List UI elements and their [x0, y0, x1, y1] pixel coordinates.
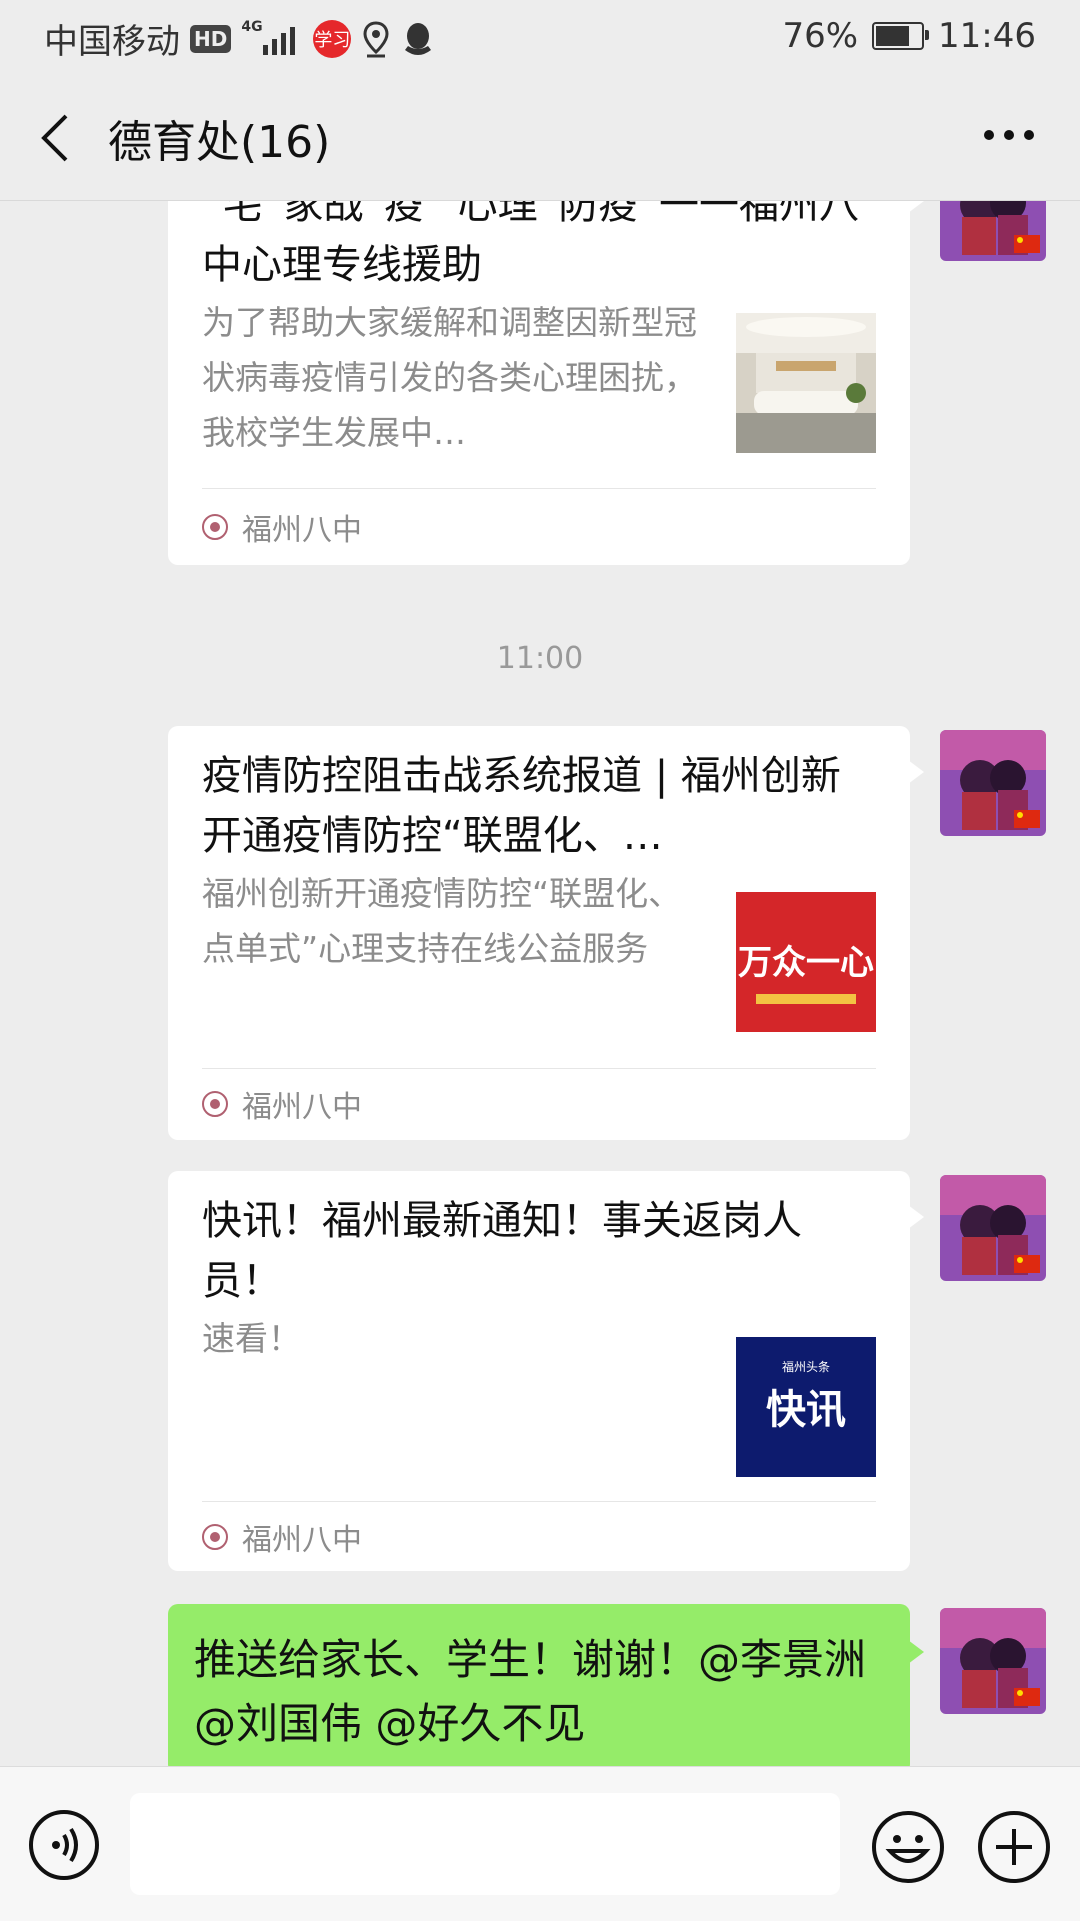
plus-icon[interactable] [976, 1809, 1052, 1885]
poster-red-icon: 万众一心 [736, 892, 876, 1032]
sender-avatar[interactable] [940, 201, 1046, 261]
location-icon [363, 20, 389, 57]
poster-blue-icon: 福州头条 快讯 [736, 1337, 876, 1477]
message-input[interactable] [130, 1793, 840, 1895]
card-divider [202, 1501, 876, 1502]
article-description: 为了帮助大家缓解和调整因新型冠状病毒疫情引发的各类心理困扰，我校学生发展中… [202, 303, 697, 452]
qq-icon [405, 22, 432, 55]
signal-icon: 4G [241, 19, 303, 59]
article-card[interactable]: “宅”家战“疫” 心理“防疫”一一福州八中心理专线援助 为了帮助大家缓解和调整因… [168, 201, 924, 565]
voice-icon[interactable] [28, 1809, 100, 1881]
card-divider [202, 1068, 876, 1069]
source-name: 福州八中 [242, 1523, 362, 1558]
card-divider [202, 488, 876, 489]
poster-red-text: 万众一心 [738, 943, 874, 983]
poster-blue-text: 快讯 [766, 1387, 846, 1433]
back-arrow-icon[interactable] [36, 112, 76, 164]
text-bubble[interactable]: 推送给家长、学生！谢谢！@李景洲 @刘国伟 @好久不见 [168, 1604, 924, 1766]
study-app-icon: 学习 [313, 19, 352, 58]
sender-avatar[interactable] [940, 1175, 1046, 1281]
emoji-icon[interactable] [870, 1809, 946, 1885]
message-text: 推送给家长、学生！谢谢！@李景洲 @刘国伟 @好久不见 [0, 1604, 1080, 1766]
clock: 11:46 [938, 16, 1036, 56]
status-bar: 中国移动 HD 4G 学习 76% 11:46 [0, 0, 1080, 76]
article-title: 快讯！福州最新通知！事关返岗人员！ [202, 1198, 802, 1304]
message-article: 疫情防控阻击战系统报道 | 福州创新开通疫情防控“联盟化、… 福州创新开通疫情防… [0, 726, 1080, 1140]
school-logo-icon [202, 1524, 228, 1550]
article-card[interactable]: 疫情防控阻击战系统报道 | 福州创新开通疫情防控“联盟化、… 福州创新开通疫情防… [168, 726, 924, 1140]
carrier-name: 中国移动 [44, 22, 180, 62]
article-source: 福州八中 [202, 505, 362, 549]
message-text-content: 推送给家长、学生！谢谢！@李景洲 @刘国伟 @好久不见 [194, 1635, 867, 1748]
chat-title: 德育处(16) [108, 117, 331, 168]
battery-icon [872, 22, 930, 50]
battery-percent: 76% [782, 16, 859, 56]
timestamp: 11:00 [496, 641, 584, 676]
source-name: 福州八中 [242, 513, 362, 548]
article-source: 福州八中 [202, 1082, 362, 1126]
message-list[interactable]: “宅”家战“疫” 心理“防疫”一一福州八中心理专线援助 为了帮助大家缓解和调整因… [0, 201, 1080, 1766]
article-card[interactable]: 快讯！福州最新通知！事关返岗人员！ 速看！ 福州头条 快讯 福州八中 [168, 1171, 924, 1571]
status-bar-left: 中国移动 HD 4G 学习 [44, 14, 435, 63]
sender-avatar[interactable] [940, 1608, 1046, 1714]
article-description: 速看！ [202, 1319, 301, 1358]
status-bar-right: 76% 11:46 [782, 16, 1036, 56]
more-options-icon[interactable] [984, 130, 1034, 144]
article-title: 疫情防控阻击战系统报道 | 福州创新开通疫情防控“联盟化、… [202, 753, 841, 859]
school-logo-icon [202, 514, 228, 540]
poster-blue-subtext: 福州头条 [782, 1359, 830, 1374]
message-article: 快讯！福州最新通知！事关返岗人员！ 速看！ 福州头条 快讯 福州八中 [0, 1171, 1080, 1571]
network-type: 4G [241, 18, 263, 35]
sender-avatar[interactable] [940, 730, 1046, 836]
article-description: 福州创新开通疫情防控“联盟化、点单式”心理支持在线公益服务 [202, 874, 682, 968]
article-title: “宅”家战“疫” 心理“防疫”一一福州八中心理专线援助 [202, 201, 860, 288]
source-name: 福州八中 [242, 1090, 362, 1125]
chat-header: 德育处(16) [0, 76, 1080, 201]
input-bar [0, 1766, 1080, 1921]
article-source: 福州八中 [202, 1515, 362, 1559]
hd-badge: HD [190, 24, 232, 53]
school-logo-icon [202, 1091, 228, 1117]
lounge-photo-icon [736, 313, 876, 453]
message-article: “宅”家战“疫” 心理“防疫”一一福州八中心理专线援助 为了帮助大家缓解和调整因… [0, 201, 1080, 565]
